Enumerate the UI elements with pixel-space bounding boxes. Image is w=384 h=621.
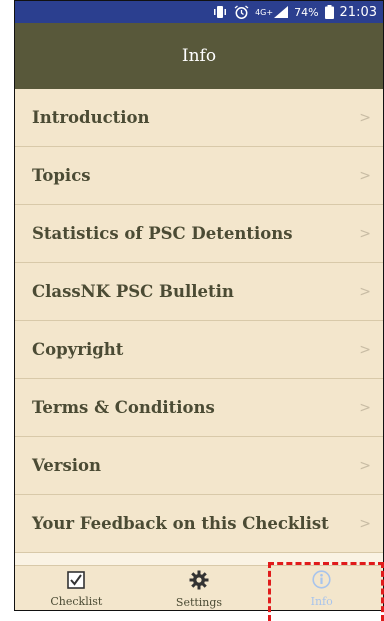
menu-item-feedback[interactable]: Your Feedback on this Checklist > bbox=[15, 495, 383, 553]
chevron-right-icon: > bbox=[359, 109, 371, 126]
page-title: Info bbox=[181, 46, 217, 66]
chevron-right-icon: > bbox=[359, 515, 371, 532]
tab-info[interactable]: Info bbox=[260, 566, 383, 610]
menu-item-label: Statistics of PSC Detentions bbox=[32, 224, 293, 243]
menu-item-label: Introduction bbox=[32, 108, 150, 127]
tab-settings[interactable]: Settings bbox=[138, 566, 261, 610]
phone-screen: 4G+ 74% 21:03 Info Introduction > Topics… bbox=[14, 0, 384, 611]
menu-item-introduction[interactable]: Introduction > bbox=[15, 89, 383, 147]
menu-item-version[interactable]: Version > bbox=[15, 437, 383, 495]
chevron-right-icon: > bbox=[359, 225, 371, 242]
menu-item-label: Terms & Conditions bbox=[32, 398, 215, 417]
menu-item-terms[interactable]: Terms & Conditions > bbox=[15, 379, 383, 437]
chevron-right-icon: > bbox=[359, 457, 371, 474]
chevron-right-icon: > bbox=[359, 167, 371, 184]
alarm-icon bbox=[234, 4, 249, 20]
menu-item-statistics[interactable]: Statistics of PSC Detentions > bbox=[15, 205, 383, 263]
chevron-right-icon: > bbox=[359, 341, 371, 358]
chevron-right-icon: > bbox=[359, 399, 371, 416]
gear-icon bbox=[189, 570, 209, 594]
menu-list: Introduction > Topics > Statistics of PS… bbox=[15, 89, 383, 553]
list-end-spacer bbox=[15, 553, 383, 565]
menu-item-label: ClassNK PSC Bulletin bbox=[32, 282, 234, 301]
tab-label: Checklist bbox=[50, 594, 103, 608]
vibrate-icon bbox=[212, 5, 228, 19]
clock: 21:03 bbox=[339, 4, 377, 20]
menu-item-topics[interactable]: Topics > bbox=[15, 147, 383, 205]
tab-checklist[interactable]: Checklist bbox=[15, 566, 138, 610]
chevron-right-icon: > bbox=[359, 283, 371, 300]
status-bar: 4G+ 74% 21:03 bbox=[15, 1, 383, 23]
info-icon bbox=[312, 570, 331, 593]
menu-item-label: Your Feedback on this Checklist bbox=[32, 514, 329, 533]
battery-percent: 74% bbox=[294, 5, 319, 19]
network-type: 4G+ bbox=[255, 7, 274, 17]
menu-item-label: Version bbox=[32, 456, 102, 475]
menu-item-copyright[interactable]: Copyright > bbox=[15, 321, 383, 379]
checkbox-icon bbox=[67, 570, 86, 593]
bottom-nav: Checklist Settings Info bbox=[15, 565, 383, 610]
signal-icon: 4G+ bbox=[255, 6, 289, 18]
menu-item-bulletin[interactable]: ClassNK PSC Bulletin > bbox=[15, 263, 383, 321]
tab-label: Info bbox=[310, 595, 333, 608]
menu-item-label: Copyright bbox=[32, 340, 124, 359]
menu-item-label: Topics bbox=[32, 166, 91, 185]
tab-label: Settings bbox=[175, 595, 223, 609]
app-bar: Info bbox=[15, 23, 383, 89]
battery-icon bbox=[324, 5, 334, 19]
